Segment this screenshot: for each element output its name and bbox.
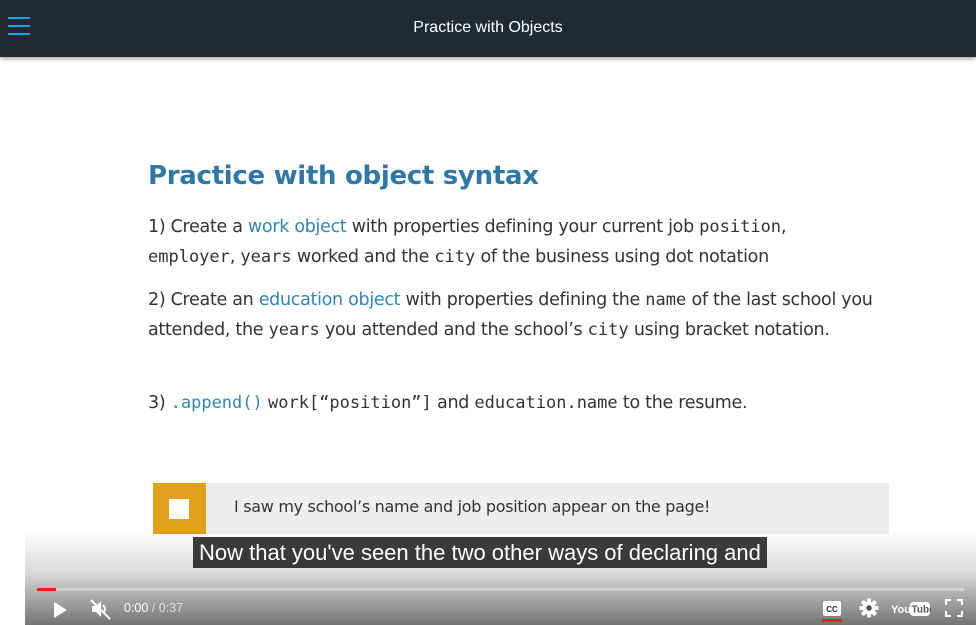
svg-text:Tube: Tube <box>912 605 932 616</box>
time-separator: / <box>148 601 159 615</box>
video-player[interactable]: Practice with object syntax 1) Create a … <box>25 57 976 625</box>
time-current: 0:00 <box>124 601 149 615</box>
progress-bar[interactable] <box>37 588 964 591</box>
svg-text:You: You <box>891 604 911 616</box>
instruction-3: 3) .append() work[“position”] and educat… <box>148 393 748 413</box>
checklist-item: I saw my school’s name and job position … <box>153 483 889 534</box>
checklist-label: I saw my school’s name and job position … <box>234 497 711 516</box>
checkbox-inner <box>169 499 189 519</box>
slide-heading: Practice with object syntax <box>148 161 539 191</box>
youtube-logo-icon[interactable]: You Tube <box>891 600 935 618</box>
settings-gear-icon[interactable] <box>859 598 879 618</box>
closed-captions-icon[interactable]: CC <box>822 600 842 617</box>
top-bar: Practice with Objects <box>0 0 976 57</box>
instruction-2: 2) Create an education object with prope… <box>148 290 873 340</box>
checkbox <box>153 483 206 534</box>
fullscreen-icon[interactable] <box>944 598 964 618</box>
progress-fill <box>37 588 56 591</box>
captions-active-indicator <box>822 619 842 622</box>
mute-icon[interactable] <box>89 598 113 620</box>
svg-text:CC: CC <box>826 605 838 614</box>
play-icon[interactable] <box>51 600 69 620</box>
time-total: 0:37 <box>158 601 184 615</box>
instruction-1: 1) Create a work object with properties … <box>148 217 787 267</box>
subtitle-caption: Now that you've seen the two other ways … <box>193 537 767 568</box>
page-title: Practice with Objects <box>413 19 563 36</box>
time-display: 0:00 / 0:37 <box>124 601 183 615</box>
